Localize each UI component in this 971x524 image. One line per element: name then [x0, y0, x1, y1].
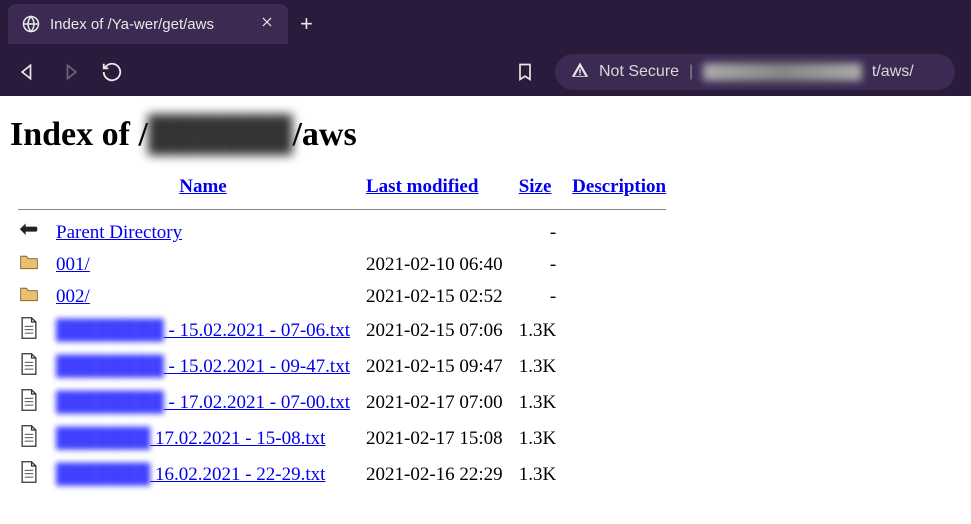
file-name-redacted: ████████ [56, 356, 164, 378]
file-description [564, 313, 674, 349]
url-separator: | [689, 63, 693, 81]
browser-tab[interactable]: Index of /Ya-wer/get/aws [8, 4, 288, 44]
file-name-cell: Parent Directory [48, 217, 358, 249]
heading-suffix: /aws [292, 116, 356, 153]
file-name-redacted: ████████ [56, 392, 164, 414]
file-name-text: - 17.02.2021 - 07-00.txt [164, 392, 350, 413]
table-row: 002/2021-02-15 02:52- [10, 281, 674, 313]
file-size: - [511, 217, 564, 249]
col-lastmod[interactable]: Last modified [366, 176, 478, 197]
file-icon [10, 313, 48, 349]
col-name[interactable]: Name [179, 176, 226, 197]
file-name-cell: ████████ - 17.02.2021 - 07-00.txt [48, 385, 358, 421]
not-secure-label: Not Secure [599, 63, 679, 81]
table-row: 001/2021-02-10 06:40- [10, 249, 674, 281]
file-name-text: 16.02.2021 - 22-29.txt [150, 464, 325, 485]
file-icon [10, 421, 48, 457]
file-description [564, 249, 674, 281]
file-description [564, 281, 674, 313]
col-desc[interactable]: Description [572, 176, 666, 197]
file-link[interactable]: ████████ - 15.02.2021 - 09-47.txt [56, 356, 350, 377]
file-size: 1.3K [511, 385, 564, 421]
heading-redacted: ██████ [148, 116, 293, 154]
file-description [564, 457, 674, 493]
table-row: Parent Directory - [10, 217, 674, 249]
new-tab-button[interactable]: + [300, 11, 313, 37]
file-name-text: 001/ [56, 254, 90, 275]
file-description [564, 421, 674, 457]
file-link[interactable]: ███████ 17.02.2021 - 15-08.txt [56, 428, 325, 449]
file-icon [10, 457, 48, 493]
file-icon [10, 385, 48, 421]
file-name-cell: ████████ - 15.02.2021 - 07-06.txt [48, 313, 358, 349]
file-name-cell: 002/ [48, 281, 358, 313]
file-name-redacted: ████████ [56, 320, 164, 342]
table-row: ████████ - 15.02.2021 - 09-47.txt 2021-02… [10, 349, 674, 385]
file-name-text: Parent Directory [56, 222, 182, 243]
file-name-text: - 15.02.2021 - 09-47.txt [164, 356, 350, 377]
file-size: 1.3K [511, 457, 564, 493]
browser-chrome: Index of /Ya-wer/get/aws + Not Secure | … [0, 0, 971, 96]
back-button[interactable] [16, 60, 40, 84]
file-size: - [511, 249, 564, 281]
file-icon [10, 349, 48, 385]
last-modified: 2021-02-17 15:08 [358, 421, 511, 457]
header-rule [18, 209, 666, 210]
last-modified: 2021-02-10 06:40 [358, 249, 511, 281]
file-link[interactable]: 001/ [56, 254, 90, 275]
file-name-redacted: ███████ [56, 428, 150, 450]
file-size: 1.3K [511, 349, 564, 385]
file-name-redacted: ███████ [56, 464, 150, 486]
close-tab-button[interactable] [248, 15, 274, 33]
nav-bar: Not Secure | ██████████████ t/aws/ [0, 48, 971, 96]
file-size: 1.3K [511, 313, 564, 349]
table-row: ████████ - 15.02.2021 - 07-06.txt 2021-02… [10, 313, 674, 349]
file-link[interactable]: 002/ [56, 286, 90, 307]
last-modified: 2021-02-17 07:00 [358, 385, 511, 421]
file-size: - [511, 281, 564, 313]
last-modified: 2021-02-16 22:29 [358, 457, 511, 493]
tab-bar: Index of /Ya-wer/get/aws + [0, 0, 971, 48]
last-modified: 2021-02-15 09:47 [358, 349, 511, 385]
file-description [564, 349, 674, 385]
bookmark-button[interactable] [513, 60, 537, 84]
last-modified: 2021-02-15 02:52 [358, 281, 511, 313]
url-suffix: t/aws/ [872, 63, 914, 81]
url-bar[interactable]: Not Secure | ██████████████ t/aws/ [555, 54, 955, 90]
file-description [564, 217, 674, 249]
last-modified [358, 217, 511, 249]
file-name-cell: 001/ [48, 249, 358, 281]
table-row: ███████ 16.02.2021 - 22-29.txt 2021-02-16… [10, 457, 674, 493]
file-name-cell: ████████ - 15.02.2021 - 09-47.txt [48, 349, 358, 385]
page-content: Index of /██████/aws Name Last modified … [0, 96, 971, 503]
forward-button[interactable] [58, 60, 82, 84]
back-icon [10, 217, 48, 249]
file-link[interactable]: ███████ 16.02.2021 - 22-29.txt [56, 464, 325, 485]
tab-title: Index of /Ya-wer/get/aws [50, 16, 214, 33]
file-link[interactable]: Parent Directory [56, 222, 182, 243]
heading-prefix: Index of / [10, 116, 148, 153]
reload-button[interactable] [100, 60, 124, 84]
file-link[interactable]: ████████ - 15.02.2021 - 07-06.txt [56, 320, 350, 341]
file-name-text: 17.02.2021 - 15-08.txt [150, 428, 325, 449]
file-name-text: 002/ [56, 286, 90, 307]
warning-icon [571, 61, 589, 84]
col-size[interactable]: Size [519, 176, 552, 197]
file-size: 1.3K [511, 421, 564, 457]
globe-icon [22, 15, 40, 33]
directory-listing: Name Last modified Size Description Pare… [10, 172, 674, 493]
url-redacted: ██████████████ [703, 63, 862, 81]
folder-icon [10, 281, 48, 313]
file-name-text: - 15.02.2021 - 07-06.txt [164, 320, 350, 341]
page-title: Index of /██████/aws [10, 116, 961, 154]
file-name-cell: ███████ 17.02.2021 - 15-08.txt [48, 421, 358, 457]
folder-icon [10, 249, 48, 281]
table-row: ████████ - 17.02.2021 - 07-00.txt 2021-02… [10, 385, 674, 421]
table-header-row: Name Last modified Size Description [10, 172, 674, 202]
last-modified: 2021-02-15 07:06 [358, 313, 511, 349]
file-name-cell: ███████ 16.02.2021 - 22-29.txt [48, 457, 358, 493]
table-row: ███████ 17.02.2021 - 15-08.txt 2021-02-17… [10, 421, 674, 457]
file-description [564, 385, 674, 421]
file-link[interactable]: ████████ - 17.02.2021 - 07-00.txt [56, 392, 350, 413]
